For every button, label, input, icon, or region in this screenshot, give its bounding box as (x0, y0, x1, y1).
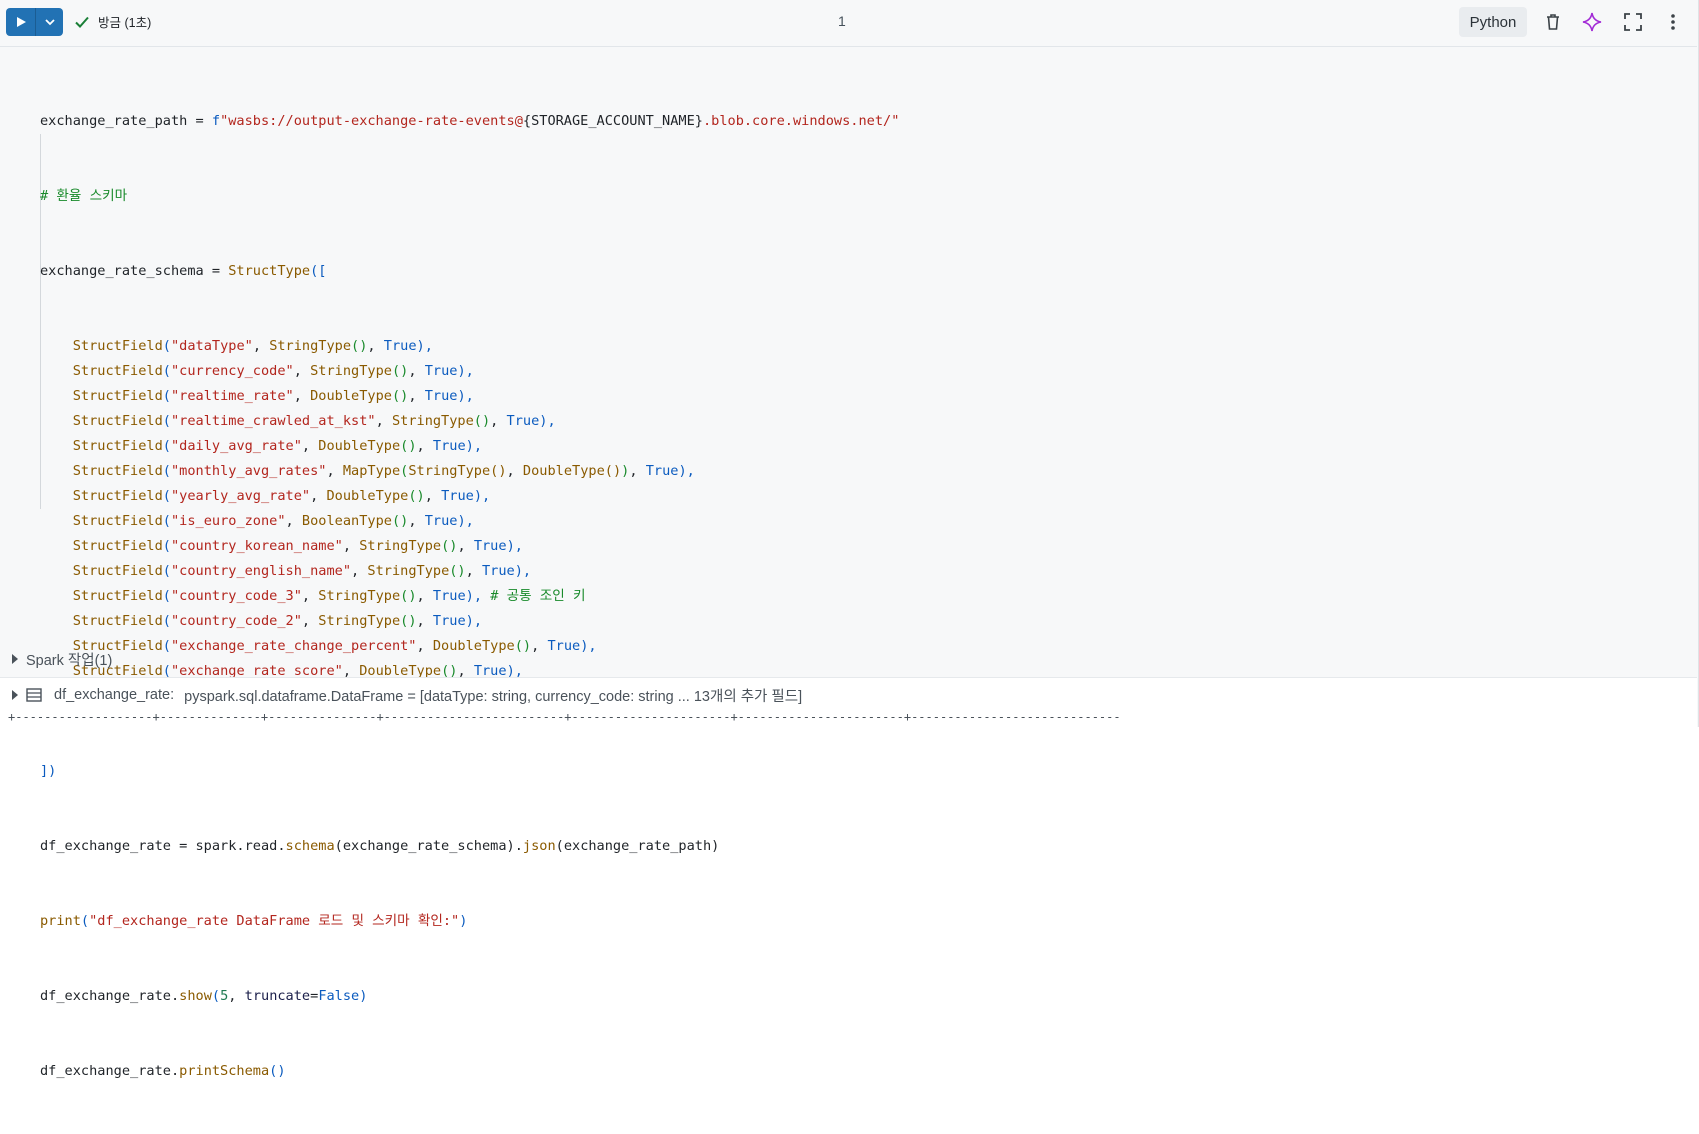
code-line: exchange_rate_schema = StructType([ (40, 263, 327, 279)
cell-number: 1 (838, 13, 846, 29)
struct-field-line: StructField("currency_code", StringType(… (72, 363, 474, 379)
check-icon (75, 16, 89, 28)
struct-field-line: StructField("country_code_3", StringType… (72, 588, 586, 604)
more-vertical-icon (1671, 14, 1675, 30)
struct-field-line: StructField("country_code_2", StringType… (72, 613, 483, 629)
sparkle-icon (1582, 12, 1602, 32)
run-cell-button[interactable] (6, 8, 35, 36)
code-line: print("df_exchange_rate DataFrame 로드 및 스… (40, 913, 468, 929)
chevron-down-icon (45, 19, 55, 26)
struct-field-line: StructField("monthly_avg_rates", MapType… (72, 463, 695, 479)
expand-arrow-icon (12, 654, 18, 664)
struct-field-line: StructField("realtime_crawled_at_kst", S… (72, 413, 556, 429)
expand-arrow-icon (12, 690, 18, 700)
more-options-button[interactable] (1661, 10, 1685, 34)
code-line: df_exchange_rate.printSchema() (40, 1063, 286, 1079)
struct-field-line: StructField("is_euro_zone", BooleanType(… (72, 513, 474, 529)
trash-icon (1547, 14, 1559, 30)
run-status: 방금 (1초) (74, 12, 151, 31)
spark-jobs-label: Spark 작업(1) (26, 652, 113, 669)
notebook-cell: 방금 (1초) 1 Python exchange_rate_path = f"… (0, 0, 1699, 1079)
code-line: exchange_rate_path = f"wasbs://output-ex… (40, 113, 900, 129)
code-editor[interactable]: exchange_rate_path = f"wasbs://output-ex… (40, 59, 899, 1134)
assistant-button[interactable] (1580, 10, 1604, 34)
struct-field-line: StructField("realtime_rate", DoubleType(… (72, 388, 474, 404)
code-comment: # 환율 스키마 (40, 188, 128, 204)
language-selector[interactable]: Python (1459, 7, 1527, 37)
dataframe-name: df_exchange_rate: (54, 687, 175, 703)
cell-toolbar: 방금 (1초) 1 Python (0, 0, 1697, 47)
output-table-preview: +-------------------+--------------+----… (0, 712, 1697, 727)
expand-icon (1624, 13, 1642, 31)
spark-jobs-toggle[interactable]: Spark 작업(1) (0, 648, 1697, 670)
run-options-button[interactable] (35, 8, 63, 36)
delete-cell-button[interactable] (1541, 10, 1565, 34)
struct-field-line: StructField("dataType", StringType(), Tr… (72, 338, 433, 354)
struct-field-line: StructField("yearly_avg_rate", DoubleTyp… (72, 488, 491, 504)
code-line: df_exchange_rate = spark.read.schema(exc… (40, 838, 720, 854)
code-line: ]) (40, 763, 57, 779)
dataframe-type: pyspark.sql.dataframe.DataFrame = [dataT… (184, 688, 803, 705)
struct-field-line: StructField("country_korean_name", Strin… (72, 538, 523, 554)
struct-field-line: StructField("daily_avg_rate", DoubleType… (72, 438, 483, 454)
table-icon (26, 688, 42, 702)
run-button-group (6, 8, 63, 36)
struct-field-line: StructField("country_english_name", Stri… (72, 563, 532, 579)
run-status-text: 방금 (1초) (98, 16, 152, 30)
fullscreen-button[interactable] (1621, 10, 1645, 34)
play-icon (16, 17, 26, 27)
dataframe-info-toggle[interactable]: df_exchange_rate: pyspark.sql.dataframe.… (0, 677, 1697, 712)
table-border-line: +-------------------+--------------+----… (8, 712, 1121, 724)
code-line: df_exchange_rate.show(5, truncate=False) (40, 988, 368, 1004)
